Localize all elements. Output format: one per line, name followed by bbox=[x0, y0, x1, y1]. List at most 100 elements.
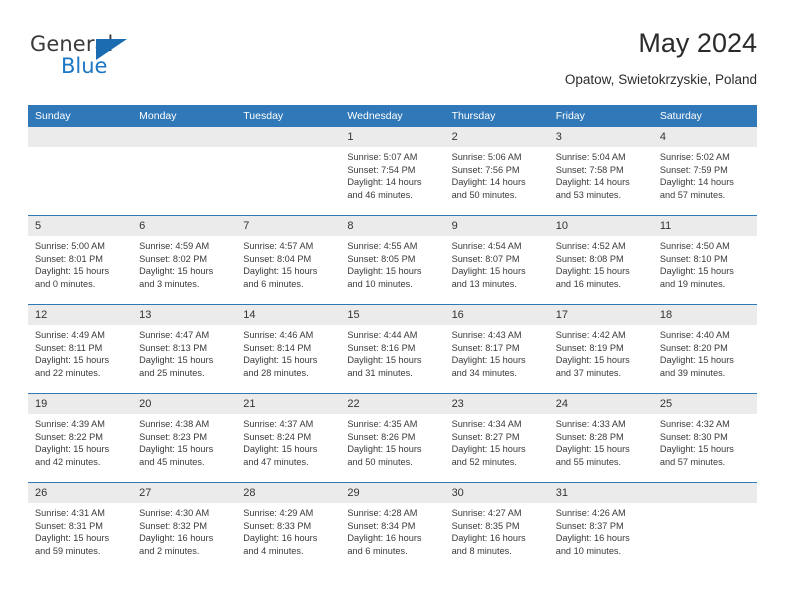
sunrise-time: Sunrise: 4:34 AM bbox=[451, 419, 522, 429]
day-details: Sunrise: 4:26 AM Sunset: 8:37 PM Daylight:… bbox=[549, 503, 653, 557]
calendar-day-cell[interactable]: 8 Sunrise: 4:55 AM Sunset: 8:05 PM Daylight… bbox=[340, 215, 445, 305]
sunset-time: Sunset: 8:34 PM bbox=[347, 520, 416, 531]
sunrise-time: Sunrise: 4:33 AM bbox=[555, 419, 626, 429]
calendar-day-cell[interactable]: 9 Sunrise: 4:54 AM Sunset: 8:07 PM Daylight… bbox=[444, 215, 549, 305]
calendar-day-cell[interactable]: 7 Sunrise: 4:57 AM Sunset: 8:04 PM Daylight… bbox=[236, 215, 341, 305]
calendar-day-cell[interactable]: 31 Sunrise: 4:26 AM Sunset: 8:37 PM Dayligh… bbox=[548, 482, 653, 571]
day-number: 8 bbox=[340, 216, 445, 236]
calendar-day-cell[interactable]: 23 Sunrise: 4:34 AM Sunset: 8:27 PM Dayligh… bbox=[444, 393, 549, 483]
calendar-day-cell[interactable]: 30 Sunrise: 4:27 AM Sunset: 8:35 PM Dayligh… bbox=[444, 482, 549, 571]
daylight-duration-line2: and 39 minutes. bbox=[659, 367, 726, 378]
daylight-duration-line2: and 55 minutes. bbox=[555, 456, 622, 467]
calendar-day-cell[interactable]: 3 Sunrise: 5:04 AM Sunset: 7:58 PM Daylight… bbox=[548, 127, 653, 216]
sunset-time: Sunset: 8:33 PM bbox=[243, 520, 312, 531]
daylight-duration-line1: Daylight: 16 hours bbox=[555, 533, 630, 544]
daylight-duration-line2: and 31 minutes. bbox=[347, 367, 413, 378]
calendar-day-cell[interactable]: 21 Sunrise: 4:37 AM Sunset: 8:24 PM Dayligh… bbox=[236, 393, 341, 483]
daylight-duration-line1: Daylight: 15 hours bbox=[555, 444, 630, 455]
day-details: Sunrise: 4:34 AM Sunset: 8:27 PM Daylight:… bbox=[445, 414, 549, 468]
daylight-duration-line2: and 47 minutes. bbox=[243, 456, 309, 467]
calendar-day-cell[interactable]: 28 Sunrise: 4:29 AM Sunset: 8:33 PM Dayligh… bbox=[236, 482, 341, 571]
daylight-duration-line2: and 19 minutes. bbox=[659, 278, 726, 289]
sunset-time: Sunset: 8:20 PM bbox=[659, 342, 728, 353]
day-details: Sunrise: 4:32 AM Sunset: 8:30 PM Daylight:… bbox=[653, 414, 757, 468]
sunrise-time: Sunrise: 4:55 AM bbox=[347, 241, 418, 251]
daylight-duration-line1: Daylight: 14 hours bbox=[451, 177, 526, 188]
daylight-duration-line1: Daylight: 14 hours bbox=[347, 177, 422, 188]
day-number: 29 bbox=[340, 483, 445, 503]
day-details: Sunrise: 4:37 AM Sunset: 8:24 PM Daylight:… bbox=[236, 414, 340, 468]
sunrise-time: Sunrise: 4:28 AM bbox=[347, 508, 418, 518]
sunrise-time: Sunrise: 4:26 AM bbox=[555, 508, 626, 518]
calendar-day-cell[interactable]: 18 Sunrise: 4:40 AM Sunset: 8:20 PM Dayligh… bbox=[652, 304, 757, 394]
calendar-day-cell[interactable]: 20 Sunrise: 4:38 AM Sunset: 8:23 PM Dayligh… bbox=[132, 393, 237, 483]
day-number: 10 bbox=[548, 216, 653, 236]
sunset-time: Sunset: 8:16 PM bbox=[347, 342, 416, 353]
daylight-duration-line1: Daylight: 15 hours bbox=[243, 266, 318, 277]
calendar-day-cell[interactable]: 26 Sunrise: 4:31 AM Sunset: 8:31 PM Dayligh… bbox=[28, 482, 133, 571]
daylight-duration-line1: Daylight: 15 hours bbox=[139, 266, 214, 277]
daylight-duration-line2: and 8 minutes. bbox=[451, 545, 512, 556]
sunrise-time: Sunrise: 4:46 AM bbox=[243, 330, 314, 340]
day-details: Sunrise: 5:06 AM Sunset: 7:56 PM Daylight:… bbox=[445, 147, 549, 201]
day-number bbox=[28, 127, 133, 147]
calendar-day-cell[interactable]: 13 Sunrise: 4:47 AM Sunset: 8:13 PM Dayligh… bbox=[132, 304, 237, 394]
daylight-duration-line1: Daylight: 15 hours bbox=[451, 355, 526, 366]
daylight-duration-line2: and 57 minutes. bbox=[659, 189, 726, 200]
daylight-duration-line2: and 4 minutes. bbox=[243, 545, 304, 556]
calendar-day-cell[interactable]: 10 Sunrise: 4:52 AM Sunset: 8:08 PM Dayligh… bbox=[548, 215, 653, 305]
calendar-day-cell[interactable]: 12 Sunrise: 4:49 AM Sunset: 8:11 PM Dayligh… bbox=[28, 304, 133, 394]
daylight-duration-line2: and 46 minutes. bbox=[347, 189, 413, 200]
sunrise-time: Sunrise: 4:29 AM bbox=[243, 508, 314, 518]
calendar-day-cell[interactable]: 27 Sunrise: 4:30 AM Sunset: 8:32 PM Dayligh… bbox=[132, 482, 237, 571]
calendar-day-cell[interactable]: 2 Sunrise: 5:06 AM Sunset: 7:56 PM Daylight… bbox=[444, 127, 549, 216]
calendar-day-cell[interactable]: 6 Sunrise: 4:59 AM Sunset: 8:02 PM Daylight… bbox=[132, 215, 237, 305]
daylight-duration-line1: Daylight: 15 hours bbox=[347, 355, 422, 366]
day-details: Sunrise: 5:04 AM Sunset: 7:58 PM Daylight:… bbox=[549, 147, 653, 201]
calendar-day-cell[interactable]: 16 Sunrise: 4:43 AM Sunset: 8:17 PM Dayligh… bbox=[444, 304, 549, 394]
day-number: 28 bbox=[236, 483, 341, 503]
calendar-day-cell[interactable]: 17 Sunrise: 4:42 AM Sunset: 8:19 PM Dayligh… bbox=[548, 304, 653, 394]
daylight-duration-line2: and 16 minutes. bbox=[555, 278, 622, 289]
general-blue-logo[interactable]: General Blue bbox=[30, 32, 170, 88]
day-number: 6 bbox=[132, 216, 237, 236]
day-number: 7 bbox=[236, 216, 341, 236]
calendar-week-row: 26 Sunrise: 4:31 AM Sunset: 8:31 PM Dayligh… bbox=[28, 482, 757, 571]
calendar-day-cell[interactable]: 11 Sunrise: 4:50 AM Sunset: 8:10 PM Dayligh… bbox=[652, 215, 757, 305]
daylight-duration-line1: Daylight: 16 hours bbox=[139, 533, 214, 544]
calendar-day-cell[interactable]: 19 Sunrise: 4:39 AM Sunset: 8:22 PM Dayligh… bbox=[28, 393, 133, 483]
day-number: 13 bbox=[132, 305, 237, 325]
calendar-day-cell[interactable]: 24 Sunrise: 4:33 AM Sunset: 8:28 PM Dayligh… bbox=[548, 393, 653, 483]
sunset-time: Sunset: 8:19 PM bbox=[555, 342, 624, 353]
calendar-day-cell[interactable]: 22 Sunrise: 4:35 AM Sunset: 8:26 PM Dayligh… bbox=[340, 393, 445, 483]
day-details-empty bbox=[132, 147, 237, 202]
sunset-time: Sunset: 8:37 PM bbox=[555, 520, 624, 531]
day-number: 18 bbox=[652, 305, 757, 325]
calendar-day-cell[interactable]: 15 Sunrise: 4:44 AM Sunset: 8:16 PM Dayligh… bbox=[340, 304, 445, 394]
day-number: 30 bbox=[444, 483, 549, 503]
calendar-day-cell[interactable]: 14 Sunrise: 4:46 AM Sunset: 8:14 PM Dayligh… bbox=[236, 304, 341, 394]
sunset-time: Sunset: 8:05 PM bbox=[347, 253, 416, 264]
day-number: 9 bbox=[444, 216, 549, 236]
calendar-day-cell[interactable]: 1 Sunrise: 5:07 AM Sunset: 7:54 PM Daylight… bbox=[340, 127, 445, 216]
calendar-day-cell[interactable]: 29 Sunrise: 4:28 AM Sunset: 8:34 PM Dayligh… bbox=[340, 482, 445, 571]
day-details: Sunrise: 4:29 AM Sunset: 8:33 PM Daylight:… bbox=[236, 503, 340, 557]
day-details: Sunrise: 4:42 AM Sunset: 8:19 PM Daylight:… bbox=[549, 325, 653, 379]
weekday-header-monday: Monday bbox=[132, 105, 237, 127]
calendar-day-cell[interactable]: 4 Sunrise: 5:02 AM Sunset: 7:59 PM Daylight… bbox=[652, 127, 757, 216]
title-block: May 2024 Opatow, Swietokrzyskie, Poland bbox=[565, 26, 757, 90]
sunrise-time: Sunrise: 5:04 AM bbox=[555, 152, 626, 162]
sunrise-time: Sunrise: 4:27 AM bbox=[451, 508, 522, 518]
daylight-duration-line2: and 50 minutes. bbox=[451, 189, 517, 200]
weekday-header-sunday: Sunday bbox=[28, 105, 133, 127]
calendar-day-cell[interactable]: 5 Sunrise: 5:00 AM Sunset: 8:01 PM Daylight… bbox=[28, 215, 133, 305]
day-details: Sunrise: 4:38 AM Sunset: 8:23 PM Daylight:… bbox=[132, 414, 236, 468]
daylight-duration-line2: and 2 minutes. bbox=[139, 545, 200, 556]
day-number: 12 bbox=[28, 305, 133, 325]
calendar-day-cell[interactable]: 25 Sunrise: 4:32 AM Sunset: 8:30 PM Dayligh… bbox=[652, 393, 757, 483]
daylight-duration-line1: Daylight: 14 hours bbox=[659, 177, 734, 188]
day-details: Sunrise: 4:54 AM Sunset: 8:07 PM Daylight:… bbox=[445, 236, 549, 290]
weekday-header-friday: Friday bbox=[548, 105, 653, 127]
sunrise-time: Sunrise: 4:35 AM bbox=[347, 419, 418, 429]
day-details: Sunrise: 4:47 AM Sunset: 8:13 PM Daylight:… bbox=[132, 325, 236, 379]
